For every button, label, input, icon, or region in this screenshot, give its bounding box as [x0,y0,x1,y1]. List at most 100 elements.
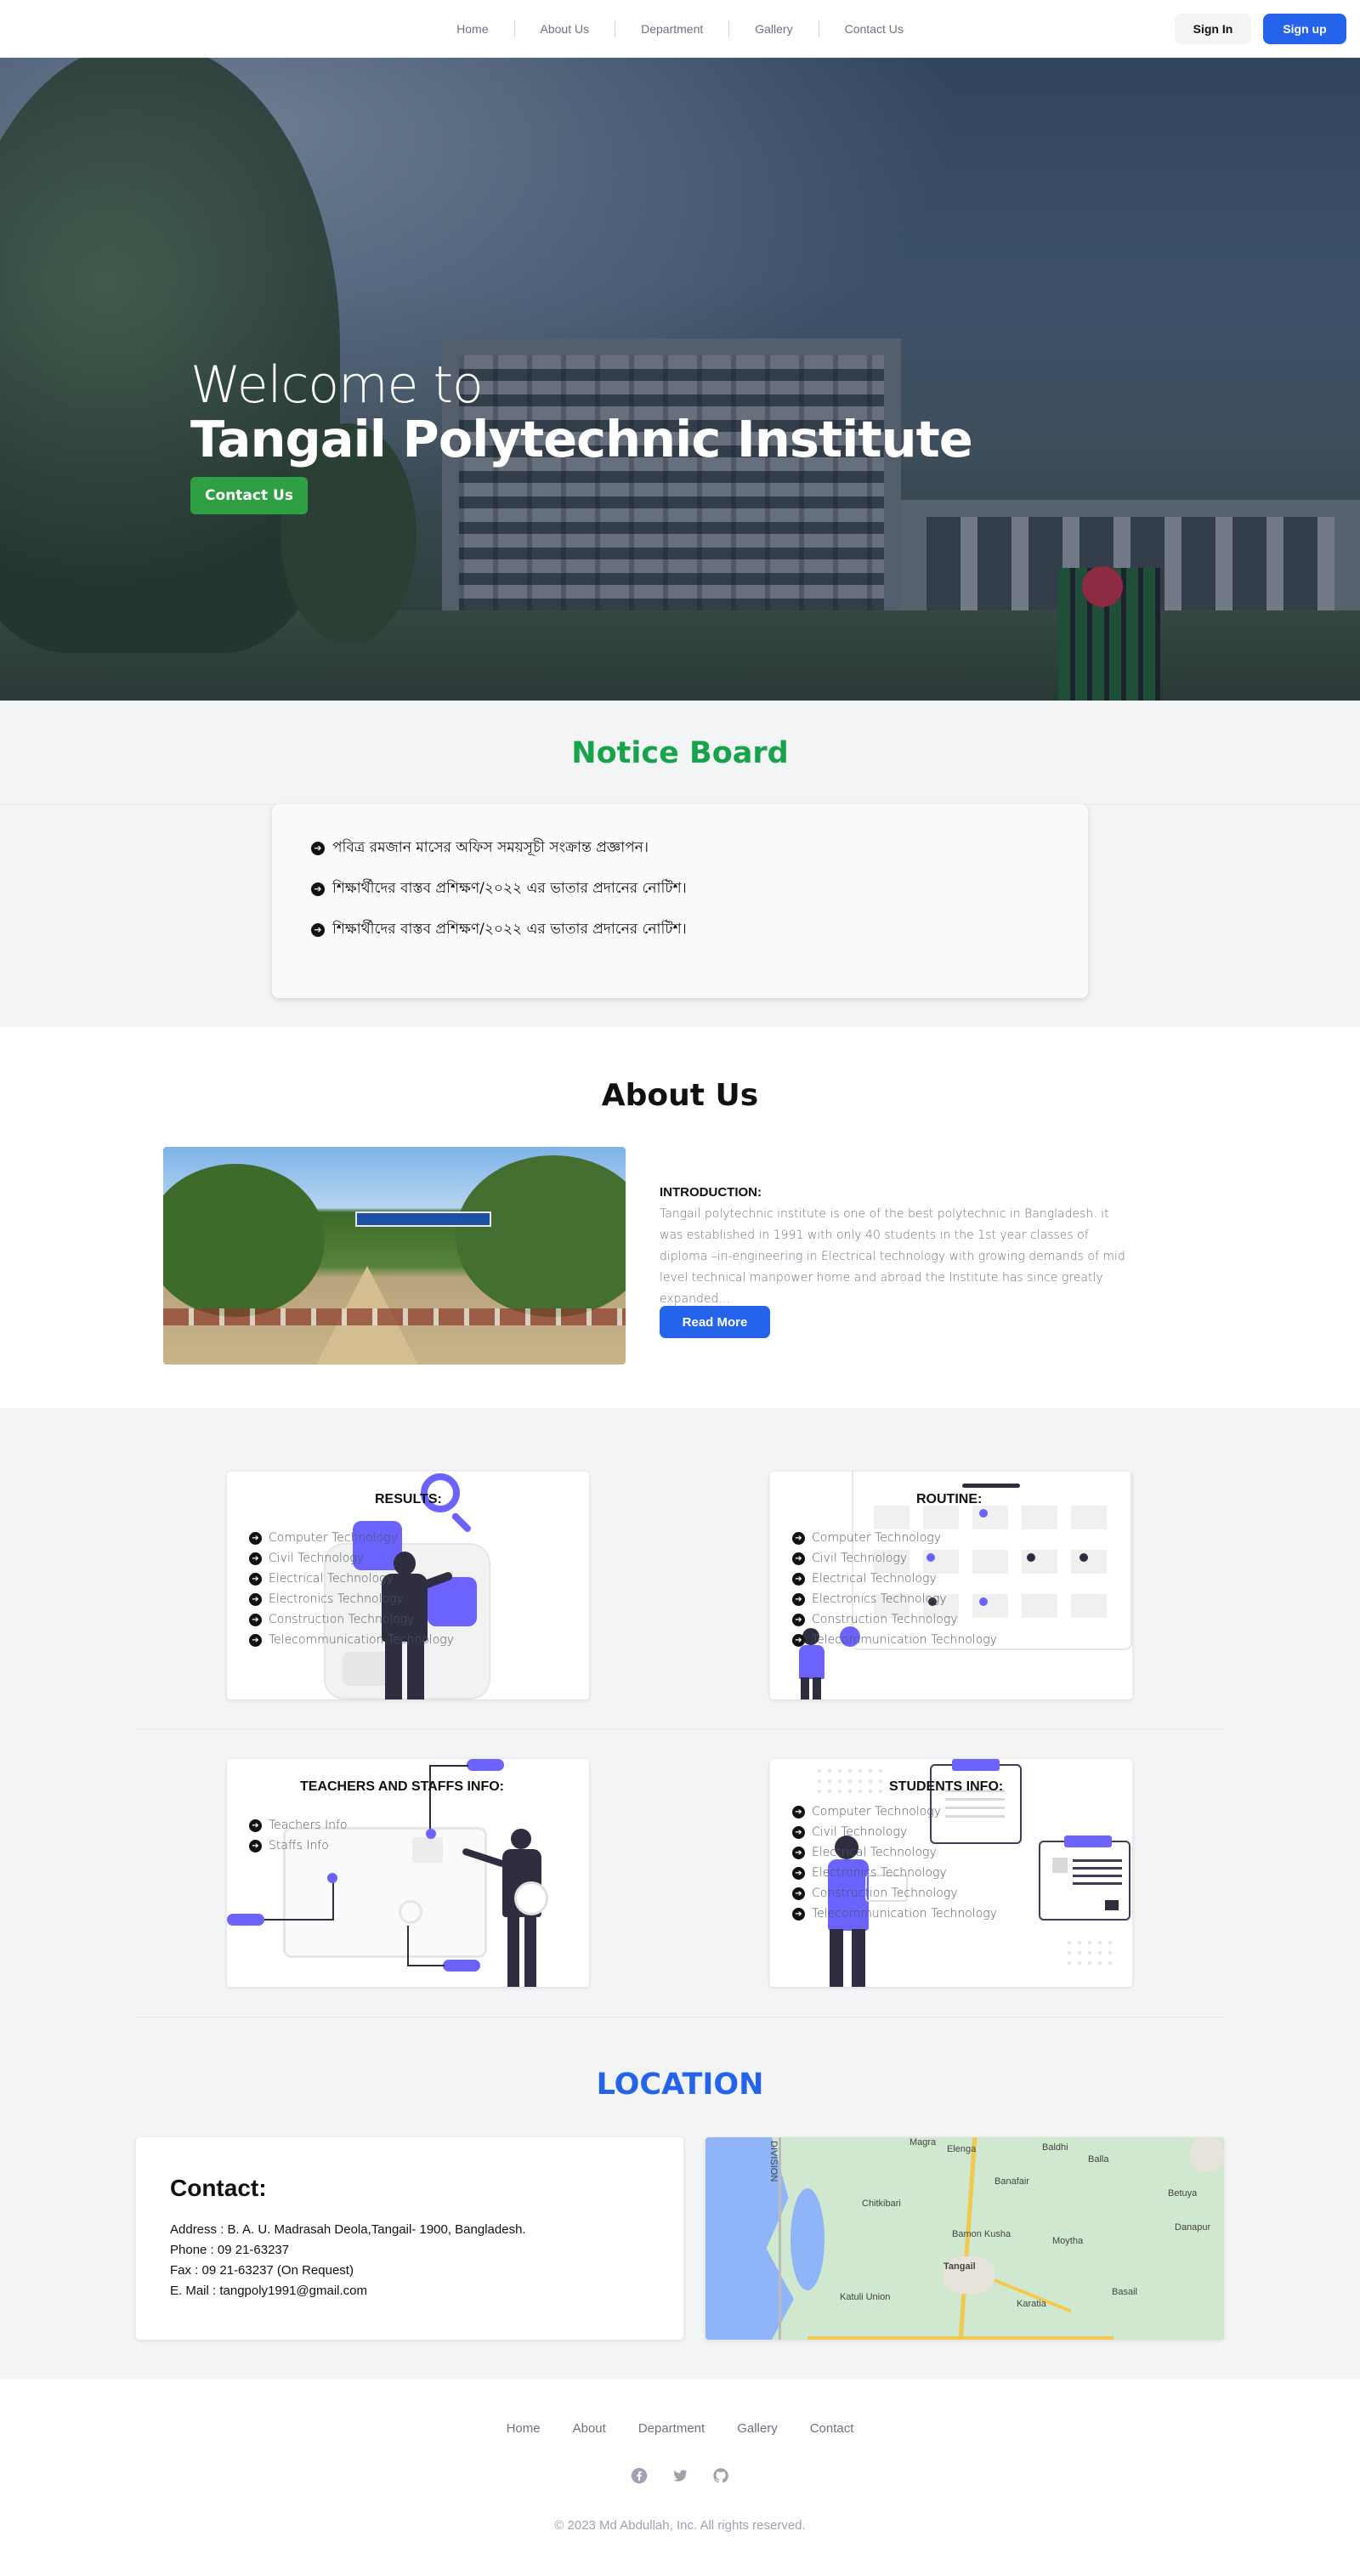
contact-address: Address : B. A. U. Madrasah Deola,Tangai… [170,2222,526,2237]
students-item-label: Electronics Technology [812,1866,947,1880]
contact-email[interactable]: E. Mail : tangpoly1991@gmail.com [170,2284,367,2298]
arrow-right-icon: ➔ [311,882,325,896]
routine-item[interactable]: ➔ Construction Technology [792,1609,997,1630]
photo-gate-banner [355,1211,491,1227]
top-navbar: Home About Us Department Gallery Contact… [0,0,1360,58]
results-item[interactable]: ➔ Electronics Technology [249,1589,454,1609]
results-list: ➔ Computer Technology ➔ Civil Technology ➔… [249,1528,454,1650]
map-label: Betuya [1168,2188,1198,2199]
results-item-label: Electronics Technology [269,1592,404,1606]
arrow-right-icon: ➔ [311,923,325,937]
staffs-info-item[interactable]: ➔ Staffs Info [249,1836,348,1856]
map-road [808,2336,1114,2340]
read-more-button[interactable]: Read More [660,1306,770,1338]
students-info-card[interactable]: STUDENTS INFO: ➔ Computer Technology ➔ Civ… [770,1759,1132,1987]
copyright-text: © 2023 Md Abdullah, Inc. All rights rese… [554,2518,806,2533]
arrow-right-icon: ➔ [792,1907,805,1921]
intro-text: Tangail polytechnic institute is one of … [660,1207,1125,1306]
students-list: ➔ Computer Technology ➔ Civil Technology ➔… [792,1801,997,1924]
students-item[interactable]: ➔ Telecommunication Technology [792,1904,997,1924]
map-label: DIVISION [768,2141,779,2182]
sign-up-button[interactable]: Sign up [1263,14,1346,44]
nav-home-link[interactable]: Home [431,20,515,37]
students-item[interactable]: ➔ Civil Technology [792,1822,997,1842]
students-item-label: Computer Technology [812,1805,941,1819]
notice-item[interactable]: ➔ শিক্ষার্থীদের বাস্তব প্রশিক্ষণ/২০২২ এর… [311,918,687,942]
arrow-right-icon: ➔ [249,1839,262,1853]
routine-item-label: Electronics Technology [812,1592,947,1606]
sign-in-button[interactable]: Sign In [1175,14,1251,44]
notice-board-title: Notice Board [571,736,789,770]
arrow-right-icon: ➔ [792,1592,805,1606]
routine-item[interactable]: ➔ Electrical Technology [792,1569,997,1589]
teachers-staffs-title: TEACHERS AND STAFFS INFO: [300,1779,504,1794]
map-label: Basail [1112,2287,1137,2297]
footer-department-link[interactable]: Department [638,2421,705,2436]
twitter-icon[interactable] [672,2467,688,2484]
map-label: Banafair [994,2176,1029,2187]
facebook-icon[interactable] [631,2467,648,2484]
results-item[interactable]: ➔ Civil Technology [249,1548,454,1569]
map-river [790,2188,824,2290]
arrow-right-icon: ➔ [249,1552,262,1565]
routine-item[interactable]: ➔ Telecommunication Technology [792,1630,997,1650]
routine-item-label: Construction Technology [812,1613,958,1626]
footer-contact-link[interactable]: Contact [810,2421,854,2436]
teachers-staffs-card[interactable]: TEACHERS AND STAFFS INFO: ➔ Teachers Info… [227,1759,589,1987]
contact-heading: Contact: [170,2175,267,2201]
results-item-label: Telecommunication Technology [269,1633,454,1647]
routine-card[interactable]: ROUTINE: ➔ Computer Technology ➔ Civil Tec… [770,1472,1132,1699]
nav-gallery-link[interactable]: Gallery [729,20,819,37]
google-map[interactable]: Magra Elenga Baldhi Balla DIVISION Banaf… [706,2137,1224,2340]
students-item[interactable]: ➔ Electrical Technology [792,1842,997,1863]
arrow-right-icon: ➔ [792,1846,805,1859]
footer-about-link[interactable]: About [573,2421,606,2436]
routine-list: ➔ Computer Technology ➔ Civil Technology ➔… [792,1528,997,1650]
arrow-right-icon: ➔ [792,1552,805,1565]
results-item[interactable]: ➔ Electrical Technology [249,1569,454,1589]
nav-contact-link[interactable]: Contact Us [819,20,929,37]
notice-item-text[interactable]: পবিত্র রমজান মাসের অফিস সময়সূচী সংক্রান… [332,837,649,860]
students-info-title: STUDENTS INFO: [889,1779,1004,1794]
arrow-right-icon: ➔ [249,1531,262,1545]
notice-item[interactable]: ➔ পবিত্র রমজান মাসের অফিস সময়সূচী সংক্র… [311,837,649,860]
routine-item-label: Electrical Technology [812,1572,937,1586]
notice-card: ➔ পবিত্র রমজান মাসের অফিস সময়সূচী সংক্র… [272,804,1088,998]
routine-item-label: Telecommunication Technology [812,1633,997,1647]
nav-about-link[interactable]: About Us [515,20,616,37]
routine-item[interactable]: ➔ Civil Technology [792,1548,997,1569]
results-item[interactable]: ➔ Telecommunication Technology [249,1630,454,1650]
results-item[interactable]: ➔ Computer Technology [249,1528,454,1548]
arrow-right-icon: ➔ [249,1633,262,1647]
results-title: RESULTS: [375,1492,442,1506]
hero-welcome-text: Welcome to [190,355,484,415]
results-item[interactable]: ➔ Construction Technology [249,1609,454,1630]
routine-item[interactable]: ➔ Computer Technology [792,1528,997,1548]
results-item-label: Electrical Technology [269,1572,394,1586]
map-label: Tangail [944,2261,976,2272]
map-label: Bamon Kusha [952,2229,1012,2239]
arrow-right-icon: ➔ [792,1866,805,1880]
students-item[interactable]: ➔ Construction Technology [792,1883,997,1904]
results-item-label: Computer Technology [269,1531,398,1545]
results-card[interactable]: RESULTS: ➔ Computer Technology ➔ Civil Tec… [227,1472,589,1699]
github-icon[interactable] [712,2467,729,2484]
about-title: About Us [601,1078,759,1113]
hero-contact-button[interactable]: Contact Us [190,477,308,514]
hero-banner: Welcome to Tangail Polytechnic Institute… [0,58,1360,701]
arrow-right-icon: ➔ [792,1531,805,1545]
notice-board-section: Notice Board ➔ পবিত্র রমজান মাসের অফিস স… [0,701,1360,1027]
notice-item[interactable]: ➔ শিক্ষার্থীদের বাস্তব প্রশিক্ষণ/২০২২ এর… [311,877,687,901]
info-cards-section: RESULTS: ➔ Computer Technology ➔ Civil Tec… [0,1408,1360,2047]
students-item[interactable]: ➔ Computer Technology [792,1801,997,1822]
students-item[interactable]: ➔ Electronics Technology [792,1863,997,1883]
footer: Home About Department Gallery Contact © … [0,2379,1360,2576]
teachers-info-item[interactable]: ➔ Teachers Info [249,1815,348,1836]
footer-home-link[interactable]: Home [507,2421,541,2436]
nav-department-link[interactable]: Department [615,20,730,37]
notice-item-text[interactable]: শিক্ষার্থীদের বাস্তব প্রশিক্ষণ/২০২২ এর ভ… [332,918,687,942]
footer-gallery-link[interactable]: Gallery [737,2421,778,2436]
routine-item[interactable]: ➔ Electronics Technology [792,1589,997,1609]
map-label: Elenga [947,2144,977,2154]
notice-item-text[interactable]: শিক্ষার্থীদের বাস্তব প্রশিক্ষণ/২০২২ এর ভ… [332,877,687,901]
